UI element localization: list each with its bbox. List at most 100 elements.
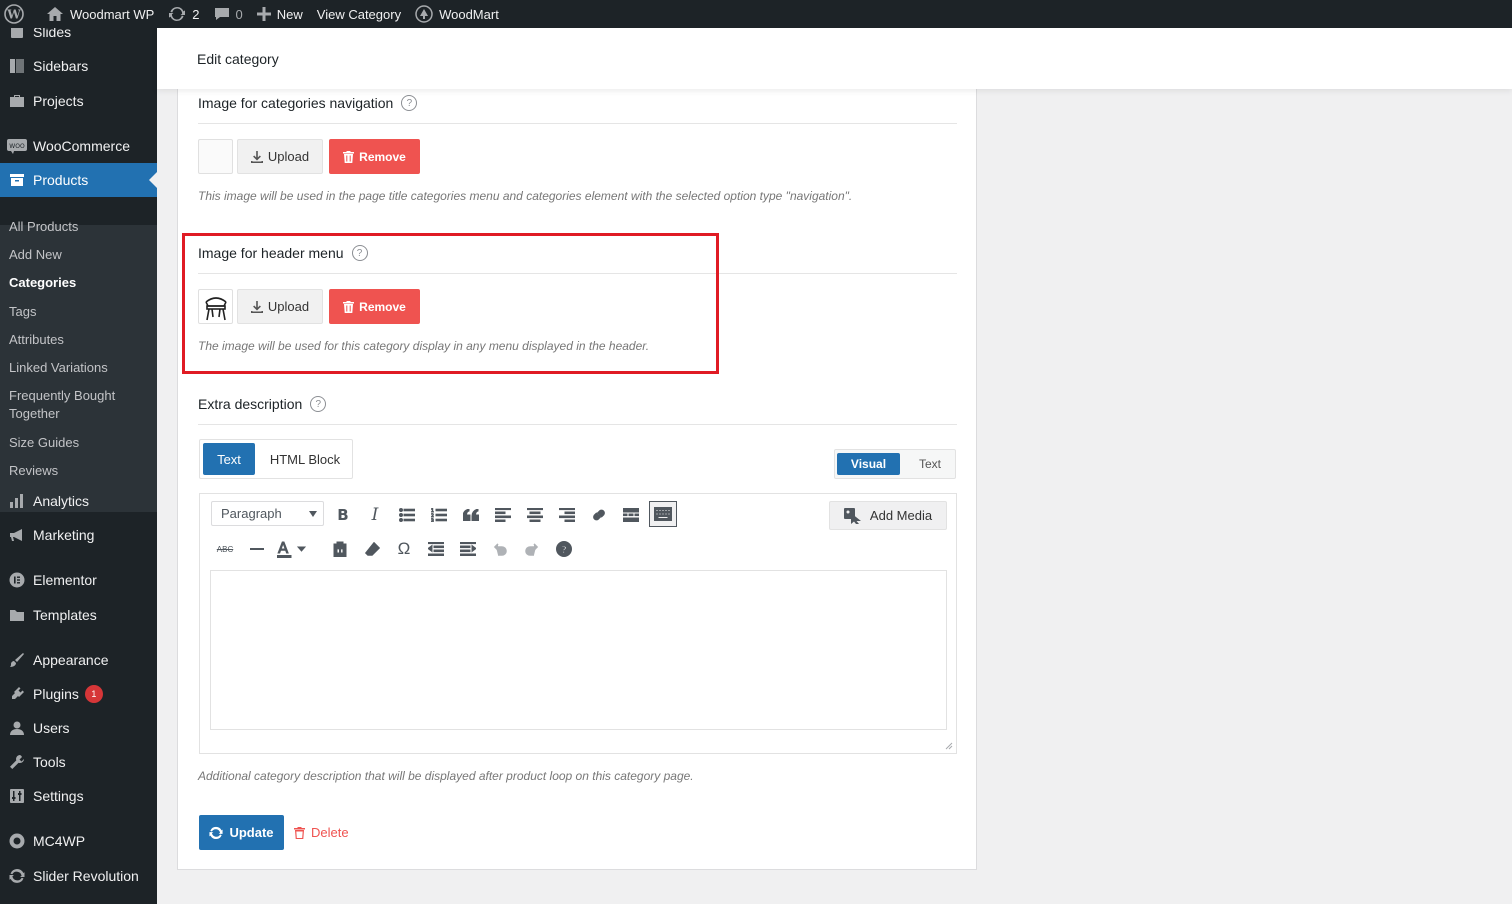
format-select[interactable]: Paragraph [211, 501, 324, 526]
sidebar-item-elementor[interactable]: Elementor [0, 563, 157, 597]
submenu-categories[interactable]: Categories [9, 274, 149, 292]
page-header: Edit category [157, 28, 1512, 89]
sidebar-item-label: Templates [33, 607, 97, 623]
sidebar-item-users[interactable]: Users [0, 711, 157, 745]
refresh-icon [209, 826, 224, 839]
bold-button[interactable]: B [330, 502, 356, 528]
settings-sliders-icon [0, 788, 33, 804]
wordpress-logo-icon[interactable]: W [0, 0, 31, 28]
trash-icon [343, 300, 355, 313]
submenu-size-guides[interactable]: Size Guides [9, 434, 149, 452]
header-image-upload-button[interactable]: Upload [237, 289, 323, 324]
header-image-thumbnail [198, 289, 233, 324]
products-submenu: All Products Add New Categories Tags Att… [0, 219, 157, 512]
toolbar-toggle-button[interactable] [649, 501, 677, 527]
insert-link-button[interactable] [586, 502, 612, 528]
help-icon[interactable]: ? [351, 245, 368, 261]
updates-link[interactable]: 2 [161, 0, 206, 28]
view-category-link[interactable]: View Category [310, 0, 408, 28]
numbered-list-button[interactable]: 123 [426, 502, 452, 528]
delete-button[interactable]: Delete [294, 815, 349, 850]
refresh-icon [0, 868, 33, 884]
woodmart-link[interactable]: WoodMart [408, 0, 506, 28]
header-image-label-text: Image for header menu [198, 245, 344, 261]
align-right-button[interactable] [554, 502, 580, 528]
bulleted-list-button[interactable] [394, 502, 420, 528]
svg-text:W: W [6, 8, 21, 22]
align-center-button[interactable] [522, 502, 548, 528]
sidebar-item-label: Settings [33, 788, 84, 804]
strikethrough-button[interactable]: ABC [212, 536, 238, 562]
sidebar-item-woocommerce[interactable]: WOO WooCommerce [0, 129, 157, 163]
special-character-button[interactable]: Ω [391, 536, 417, 562]
sidebar-item-appearance[interactable]: Appearance [0, 643, 157, 677]
tab-visual[interactable]: Visual [837, 453, 900, 475]
sidebar-item-slides[interactable]: Slides [0, 28, 157, 49]
help-icon[interactable]: ? [310, 396, 327, 412]
comments-link[interactable]: 0 [207, 0, 250, 28]
sidebar-item-label: Slides [33, 28, 72, 40]
sidebar-item-tools[interactable]: Tools [0, 745, 157, 779]
sidebar-item-marketing[interactable]: Marketing [0, 518, 157, 552]
paste-as-text-button[interactable]: T [327, 536, 353, 562]
align-center-icon [527, 508, 543, 522]
nav-image-label: Image for categories navigation ? [198, 95, 418, 111]
sidebar-item-plugins[interactable]: Plugins 1 [0, 677, 157, 711]
sidebar-item-analytics[interactable]: Analytics [0, 484, 157, 518]
sidebar-item-label: Sidebars [33, 58, 89, 74]
new-content-link[interactable]: New [250, 0, 310, 28]
add-media-button[interactable]: Add Media [829, 501, 947, 530]
text-color-button[interactable]: A [276, 536, 310, 562]
tab-text-mode[interactable]: Text [905, 453, 955, 475]
page-title: Edit category [197, 50, 279, 67]
view-category-label: View Category [316, 6, 402, 22]
blockquote-button[interactable] [458, 502, 484, 528]
sidebar-item-sidebars[interactable]: Sidebars [0, 49, 157, 83]
tab-text[interactable]: Text [203, 443, 255, 475]
resize-handle-icon[interactable] [945, 742, 953, 750]
read-more-button[interactable] [618, 502, 644, 528]
sidebar-item-products[interactable]: Products [0, 163, 157, 197]
sidebar-item-label: Tools [33, 754, 66, 770]
header-image-label: Image for header menu ? [198, 245, 368, 261]
undo-button[interactable] [487, 536, 513, 562]
comments-count: 0 [235, 6, 243, 22]
outdent-button[interactable] [423, 536, 449, 562]
indent-icon [460, 542, 476, 556]
megaphone-icon [0, 527, 33, 543]
keyboard-shortcuts-button[interactable]: ? [551, 536, 577, 562]
redo-button[interactable] [519, 536, 545, 562]
submenu-frequently-bought-together[interactable]: Frequently Bought Together [9, 387, 149, 423]
header-image-remove-button[interactable]: Remove [329, 289, 420, 324]
site-name-link[interactable]: Woodmart WP [39, 0, 161, 28]
sidebar-item-slider-revolution[interactable]: Slider Revolution [0, 859, 157, 893]
submenu-reviews[interactable]: Reviews [9, 462, 149, 480]
tab-html-block[interactable]: HTML Block [260, 443, 350, 475]
submenu-add-new[interactable]: Add New [9, 246, 149, 264]
plugins-update-badge: 1 [84, 685, 103, 703]
remove-label: Remove [359, 149, 406, 164]
nav-image-remove-button[interactable]: Remove [329, 139, 420, 174]
sidebar-item-label: Plugins [33, 686, 79, 702]
submenu-attributes[interactable]: Attributes [9, 331, 149, 349]
sidebar-item-projects[interactable]: Projects [0, 84, 157, 118]
help-icon[interactable]: ? [401, 95, 418, 111]
update-button[interactable]: Update [199, 815, 284, 850]
indent-button[interactable] [455, 536, 481, 562]
editor-content-area[interactable] [210, 570, 947, 730]
sidebar-item-mc4wp[interactable]: MC4WP [0, 824, 157, 858]
italic-button[interactable]: I [362, 502, 388, 528]
undo-icon [493, 543, 507, 556]
site-name-label: Woodmart WP [70, 6, 155, 22]
download-icon [250, 150, 263, 163]
clear-formatting-button[interactable] [359, 536, 385, 562]
submenu-tags[interactable]: Tags [9, 303, 149, 321]
horizontal-line-button[interactable] [244, 536, 270, 562]
svg-text:3: 3 [431, 518, 434, 522]
sidebar-item-templates[interactable]: Templates [0, 598, 157, 632]
submenu-all-products[interactable]: All Products [9, 218, 149, 236]
nav-image-upload-button[interactable]: Upload [237, 139, 323, 174]
align-left-button[interactable] [490, 502, 516, 528]
sidebar-item-settings[interactable]: Settings [0, 779, 157, 813]
submenu-linked-variations[interactable]: Linked Variations [9, 359, 149, 377]
